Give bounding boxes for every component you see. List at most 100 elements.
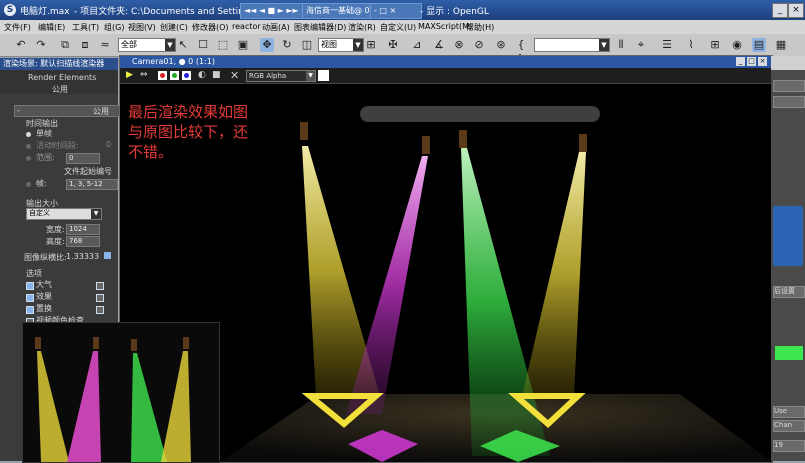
red-channel-icon[interactable] xyxy=(158,71,167,80)
width-input[interactable]: 1024 xyxy=(66,224,100,235)
clone-icon[interactable]: ⇔ xyxy=(140,70,148,80)
command-panel-item-2: Use xyxy=(773,406,805,418)
output-size-select[interactable]: 自定义 ▼ xyxy=(26,208,102,220)
tab-render-elements[interactable]: Render Elements xyxy=(28,73,96,82)
main-toolbar: ↶ ↷ ⧉ ⧈ ≈ 全部 ▼ ↖ ☐ ⬚ ▣ ✥ ↻ ◫ 视图 ▼ ⊞ ✠ ⊿ ∡ … xyxy=(0,34,805,65)
taskbar-strip[interactable]: ◄◄ ◄ ■ ► ►► xyxy=(240,3,308,19)
menu-modifiers[interactable]: 修改器(O) xyxy=(192,22,229,33)
rendered-frame-titlebar: Camera01, ● 0 (1:1) _ □ × xyxy=(120,56,772,68)
reference-coord-select[interactable]: 视图 ▼ xyxy=(318,38,364,52)
unlink-icon[interactable]: ⧈ xyxy=(78,38,92,52)
option-checkbox-right-3[interactable] xyxy=(96,306,104,314)
edit-named-sets-icon[interactable]: ⊛ xyxy=(494,38,508,52)
frames-input[interactable]: 1, 3, 5-12 xyxy=(66,179,118,190)
material-editor-icon[interactable]: ◉ xyxy=(730,38,744,52)
command-panel-field-1[interactable] xyxy=(773,80,805,92)
lock-icon[interactable] xyxy=(104,252,111,259)
lamp-2 xyxy=(422,136,430,154)
chevron-down-icon: ▼ xyxy=(306,71,315,81)
command-panel-bluebar[interactable] xyxy=(773,206,803,266)
close-button[interactable]: × xyxy=(788,3,804,18)
quick-render-icon[interactable]: ▦ xyxy=(774,38,788,52)
option-checkbox-right-2[interactable] xyxy=(96,294,104,302)
option-checkbox-right-1[interactable] xyxy=(96,282,104,290)
named-selection-icon[interactable]: { } xyxy=(514,38,528,65)
displacement-checkbox[interactable] xyxy=(26,306,34,314)
task-label[interactable]: 海信商一基础@ 05:187 xyxy=(302,3,393,19)
snap-icon[interactable]: ⊿ xyxy=(410,38,424,52)
green-channel-icon[interactable] xyxy=(170,71,179,80)
menu-rendering[interactable]: 渲染(R) xyxy=(348,22,376,33)
rendered-frame-maximize[interactable]: □ xyxy=(747,57,756,66)
menu-edit[interactable]: 编辑(E) xyxy=(38,22,65,33)
menu-graph-editors[interactable]: 图表编辑器(D) xyxy=(294,22,346,33)
rollout-common-header[interactable]: - 公用 xyxy=(14,105,120,117)
window-crossing-icon[interactable]: ▣ xyxy=(236,38,250,52)
curve-editor-icon[interactable]: ⌇ xyxy=(684,38,698,52)
align-icon[interactable]: ⌖ xyxy=(634,38,648,52)
rendered-frame-close[interactable]: × xyxy=(758,57,767,66)
rotate-icon[interactable]: ↻ xyxy=(280,38,294,52)
move-icon[interactable]: ✥ xyxy=(260,38,274,52)
save-bitmap-icon[interactable]: ▶ xyxy=(126,70,133,80)
menu-reactor[interactable]: reactor xyxy=(232,22,261,31)
frames-radio[interactable] xyxy=(26,182,31,187)
rect-select-icon[interactable]: ⬚ xyxy=(216,38,230,52)
alpha-channel-icon[interactable]: ◐ xyxy=(198,70,206,80)
bind-icon[interactable]: ≈ xyxy=(98,38,112,52)
height-input[interactable]: 768 xyxy=(66,236,100,247)
blue-channel-icon[interactable] xyxy=(182,71,191,80)
link-icon[interactable]: ⧉ xyxy=(58,38,72,52)
monochrome-icon[interactable]: ■ xyxy=(212,70,221,80)
caption-text: 最后渲染效果如图 与原图比较下，还 不错。 xyxy=(128,102,248,162)
menu-bar: 文件(F) 编辑(E) 工具(T) 组(G) 视图(V) 创建(C) 修改器(O… xyxy=(0,20,805,35)
mirror-icon[interactable]: ⫴ xyxy=(614,38,628,52)
range-radio[interactable] xyxy=(26,156,31,161)
scale-icon[interactable]: ◫ xyxy=(300,38,314,52)
menu-tools[interactable]: 工具(T) xyxy=(72,22,99,33)
effects-checkbox[interactable] xyxy=(26,294,34,302)
spinner-snap-icon[interactable]: ⊘ xyxy=(472,38,486,52)
task-controls[interactable]: - □ × xyxy=(370,3,422,19)
redo-icon[interactable]: ↷ xyxy=(34,38,48,52)
layer-manager-icon[interactable]: ☰ xyxy=(660,38,674,52)
active-time-radio[interactable] xyxy=(26,144,31,149)
menu-views[interactable]: 视图(V) xyxy=(128,22,156,33)
range-from-input[interactable]: 0 xyxy=(66,153,100,164)
command-panel-field-2[interactable] xyxy=(773,96,805,108)
rendered-frame-minimize[interactable]: _ xyxy=(736,57,745,66)
atmosphere-checkbox[interactable] xyxy=(26,282,34,290)
undo-icon[interactable]: ↶ xyxy=(14,38,28,52)
atmosphere-label: 大气 xyxy=(36,280,52,289)
select-manipulate-icon[interactable]: ✠ xyxy=(386,38,400,52)
menu-help[interactable]: 帮助(H) xyxy=(466,22,494,33)
select-by-name-icon[interactable]: ☐ xyxy=(196,38,210,52)
percent-snap-icon[interactable]: ⊗ xyxy=(452,38,466,52)
menu-group[interactable]: 组(G) xyxy=(104,22,124,33)
tab-common[interactable]: 公用 xyxy=(52,84,68,95)
selection-filter[interactable]: 全部 ▼ xyxy=(118,38,176,52)
angle-snap-icon[interactable]: ∡ xyxy=(432,38,446,52)
minimize-button[interactable]: _ xyxy=(772,3,788,18)
single-frame-radio[interactable] xyxy=(26,132,31,137)
color-green-swatch[interactable] xyxy=(775,346,803,360)
menu-maxscript[interactable]: MAXScript(M) xyxy=(418,22,472,31)
height-label: 高度: xyxy=(46,237,65,246)
lamp-1 xyxy=(300,122,308,140)
named-selection-set[interactable]: ▼ xyxy=(534,38,610,52)
menu-customize[interactable]: 自定义(U) xyxy=(380,22,416,33)
options-label: 选项 xyxy=(26,269,42,278)
menu-file[interactable]: 文件(F) xyxy=(4,22,31,33)
render-scene-icon[interactable]: ▤ xyxy=(752,38,766,52)
channel-select[interactable]: RGB Alpha ▼ xyxy=(246,70,316,82)
caption-line-1: 最后渲染效果如图 xyxy=(128,103,249,121)
clear-icon[interactable]: ✕ xyxy=(230,69,239,82)
menu-create[interactable]: 创建(C) xyxy=(160,22,188,33)
panel-scroll-top[interactable] xyxy=(771,56,805,70)
beam-green xyxy=(461,148,550,456)
menu-animation[interactable]: 动画(A) xyxy=(262,22,290,33)
color-swatch[interactable] xyxy=(318,70,329,81)
select-icon[interactable]: ↖ xyxy=(176,38,190,52)
pivot-icon[interactable]: ⊞ xyxy=(364,38,378,52)
schematic-view-icon[interactable]: ⊞ xyxy=(708,38,722,52)
